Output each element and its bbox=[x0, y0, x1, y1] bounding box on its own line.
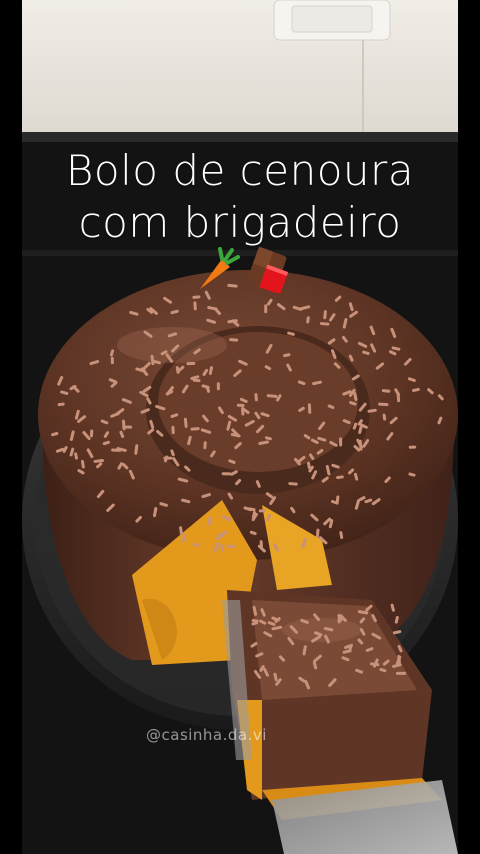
chocolate-bar-icon bbox=[247, 246, 289, 295]
watermark: @casinha.da.vi bbox=[146, 726, 267, 744]
carrot-icon bbox=[200, 247, 240, 289]
caption-line-1: Bolo de cenoura bbox=[65, 146, 415, 195]
video-frame: Bolo de cenoura com brigadeiro @casinha.… bbox=[0, 0, 480, 854]
emoji-row bbox=[192, 245, 302, 295]
caption-line-2: com brigadeiro bbox=[78, 198, 402, 247]
